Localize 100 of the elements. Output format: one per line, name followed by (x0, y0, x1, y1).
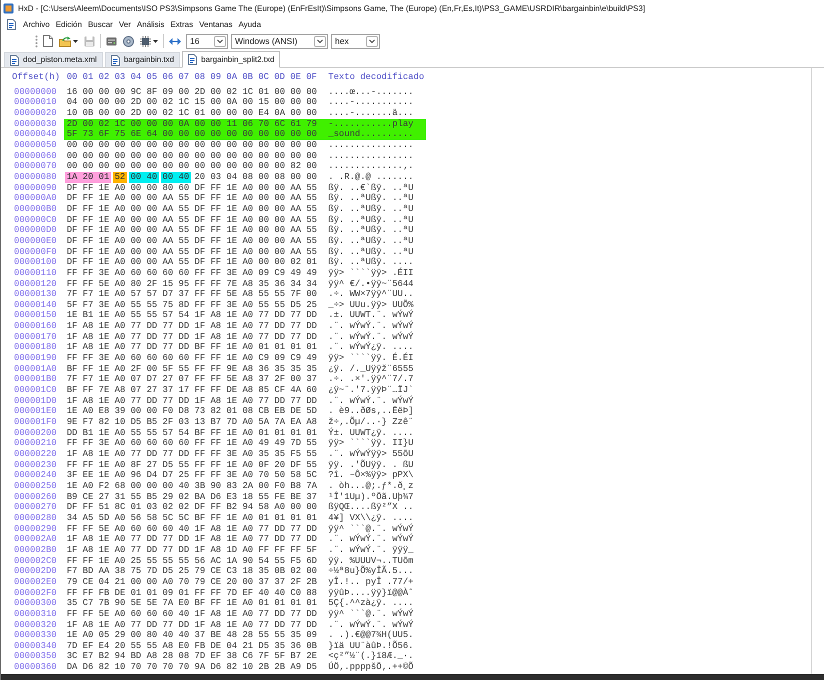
tab[interactable]: dod_piston.meta.xml (4, 52, 103, 67)
decoded-text: _÷> UUu.ÿÿ> UUÕ% (328, 300, 414, 310)
row-offset: 00000080 (14, 172, 57, 182)
new-file-icon[interactable] (43, 35, 53, 47)
row-offset: 00000350 (14, 651, 57, 662)
row-offset: 00000250 (14, 480, 57, 491)
row-offset: 000000B0 (14, 204, 57, 214)
hex-bytes: DF FF 51 8C 01 03 02 02 DF FF B2 94 58 A0 00 00 (66, 502, 318, 513)
row-offset: 000002B0 (14, 544, 57, 555)
row-offset: 00000010 (14, 97, 57, 108)
chevron-down-icon[interactable] (366, 36, 378, 46)
left-right-arrow-icon[interactable] (169, 36, 181, 46)
column-header: 08 (194, 72, 206, 82)
row-offset: 00000210 (14, 438, 57, 448)
hex-bytes: 3C E7 B2 94 BD A8 28 08 7D EF 38 C6 7F 5F B7 2E (66, 651, 318, 662)
hex-bytes: FF FF 1E A0 25 55 55 55 56 AC 1A 90 54 55 F5 6D (66, 556, 318, 566)
menu-item[interactable]: Buscar (84, 18, 116, 30)
row-offset: 00000040 (14, 129, 57, 140)
row-offset: 00000140 (14, 300, 57, 310)
row-offset: 000001A0 (14, 364, 57, 374)
hex-bytes: 3F EE 1E A0 96 D4 D7 25 FF FF 3E A0 70 50 58 5C (66, 470, 318, 481)
hex-bytes: 5F 73 6F 75 6E 64 00 00 00 00 00 00 00 00 00 00 (66, 129, 318, 140)
decoded-text: ................ (328, 150, 414, 162)
document-icon[interactable] (7, 19, 16, 30)
decoded-text: 4¥] VX\\¿ÿ. .... (328, 512, 414, 524)
chevron-down-icon[interactable] (214, 36, 226, 46)
row-offset: 00000120 (14, 278, 57, 288)
decoded-text: .¨. wÝwÝ.¨. wÝwÝ (328, 321, 414, 332)
row-offset: 00000360 (14, 662, 57, 672)
row-offset: 00000110 (14, 268, 57, 278)
menu-item[interactable]: Archivo (20, 18, 53, 30)
tab[interactable]: bargainbin.txd (104, 52, 180, 67)
hex-bytes: 35 C7 7B 90 5E 5E 7A E0 BF FF 1E A0 01 01 01 01 (66, 598, 318, 609)
caret-down-icon[interactable] (73, 40, 78, 42)
menu-item[interactable]: Análisis (134, 18, 168, 30)
row-offset: 000001C0 (14, 385, 57, 396)
column-header: 05 (146, 72, 158, 82)
row-width-dropdown[interactable]: 16 (186, 34, 228, 48)
menu-item[interactable]: Edición (52, 18, 85, 30)
column-header: 03 (114, 72, 126, 82)
decoded-text: .÷. .×'.ÿÿ^¨7/.7 (328, 374, 414, 385)
hex-bytes: 1F A8 1E A0 77 DD 77 DD BF FF 1E A0 01 01 01 01 (66, 342, 318, 354)
row-offset: 000000E0 (14, 236, 57, 246)
decoded-text: ¹Î'1Uµ).ºÖã.Uþ¾7 (328, 492, 414, 502)
hex-bytes: 7F F7 1E A0 57 57 D7 37 FF FF 5E A8 55 55 7F 00 (66, 289, 318, 300)
hex-bytes: FF FF 5E A0 60 60 60 40 1F A8 1E A0 77 DD 77 DD (66, 608, 318, 620)
chip-icon[interactable] (140, 36, 151, 46)
column-header: 0F (306, 72, 317, 82)
decoded-text: ..............‚. (328, 161, 414, 172)
hex-bytes: FF FF FB DE 01 01 09 01 FF FF 7D EF 40 40 C0 88 (66, 588, 318, 598)
caret-down-icon[interactable] (153, 40, 158, 42)
row-offset: 00000060 (14, 150, 57, 161)
menu-item[interactable]: Ayuda (235, 18, 264, 30)
hex-bytes: 2D 00 02 1C 00 00 00 0A 00 00 11 06 70 6C 61 79 (66, 118, 318, 130)
decoded-text: .¨. wÝwÝ.¨. wÝwÝ (328, 534, 414, 544)
hex-bytes: FF FF 3E A0 60 60 60 60 FF FF 1E A0 C9 09 C9 49 (66, 353, 318, 364)
hex-bytes: 1E A0 F2 68 00 00 00 40 3B 90 83 2A 00 F0 B8 7A (66, 480, 318, 492)
column-header: Offset(h) (12, 72, 60, 82)
hex-bytes: 1E A0 05 29 00 80 40 40 37 BE 48 28 55 55 35 09 (66, 630, 318, 641)
disc-icon[interactable] (123, 36, 134, 46)
decoded-text: .¨. wÝwÝÿÿ> 55õU (328, 449, 414, 460)
row-offset: 000001E0 (14, 406, 57, 416)
hex-bytes: DA D6 82 10 70 70 70 70 9A D6 82 10 2B 2B A9 D5 (66, 662, 318, 673)
hex-bytes: 5F F7 3E A0 55 55 75 8D FF FF 3E A0 55 55 D5 25 (66, 300, 318, 310)
column-header: 01 (82, 72, 94, 82)
highlighted-bytes: 00 40 (160, 172, 192, 183)
row-offset: 00000330 (14, 630, 57, 640)
hex-bytes: 7F F7 1E A0 07 D7 27 07 FF FF 5E A8 37 2F 00 37 (66, 374, 318, 386)
row-offset: 00000290 (14, 524, 57, 534)
app-icon (3, 3, 14, 14)
tab[interactable]: bargainbin_split2.txd (182, 51, 280, 68)
decoded-text: Ý±. UUWT¿ÿ. .... (328, 428, 414, 438)
grip-icon[interactable] (35, 34, 38, 48)
decoded-text: ....œ...-....... (328, 86, 414, 98)
hex-bytes: 1E A0 E8 39 00 00 F0 D8 73 82 01 08 CB EB DE 5D (66, 406, 318, 418)
hex-bytes: DD B1 1E A0 55 55 57 54 BF FF 1E A0 01 01 01 01 (66, 428, 318, 438)
chevron-down-icon[interactable] (314, 36, 326, 46)
menu-item[interactable]: Ver (116, 18, 134, 30)
row-offset: 000002A0 (14, 534, 57, 544)
menu-item[interactable]: Extras (167, 18, 196, 30)
hex-bytes: DF FF 1E A0 00 00 AA 55 DF FF 1E A0 00 00 AA 55 (66, 204, 318, 215)
encoding-dropdown[interactable]: Windows (ANSI) (231, 34, 328, 48)
row-offset: 00000100 (14, 257, 57, 268)
row-offset: 00000270 (14, 502, 57, 512)
hex-bytes: 20 03 04 08 00 08 00 00 (194, 172, 317, 183)
column-header: 0A (226, 72, 238, 82)
offset-base-dropdown[interactable]: hex (331, 34, 380, 48)
hex-bytes: FF FF 3E A0 60 60 60 60 FF FF 3E A0 09 C9 49 49 (66, 268, 318, 279)
drive-icon[interactable] (106, 36, 117, 46)
row-offset: 00000020 (14, 108, 57, 118)
menu-item[interactable]: Ventanas (196, 18, 236, 30)
decoded-text: ßÿ. ..€`ßÿ. ..ªU (328, 182, 414, 194)
column-header: 00 (66, 72, 78, 82)
hex-bytes: 16 00 00 00 9C 8F 09 00 2D 00 02 1C 01 00 00 00 (66, 86, 318, 98)
hex-bytes: BF FF 7E A8 07 27 37 17 FF FF DE A8 85 CF 4A 60 (66, 385, 318, 396)
decoded-text: ÚÖ‚.ppppšÖ‚.++©Õ (328, 662, 414, 673)
column-header: 0B (242, 72, 253, 82)
decoded-text: .¨. wÝwÝ.¨. wÝwÝ (328, 396, 414, 406)
hex-bytes: BF FF 1E A0 2F 00 5F 55 FF FF 9E A8 36 35 35 35 (66, 364, 318, 374)
hex-bytes: DF FF 1E A0 00 00 AA 55 DF FF 1E A0 00 00 AA 55 (66, 236, 318, 247)
